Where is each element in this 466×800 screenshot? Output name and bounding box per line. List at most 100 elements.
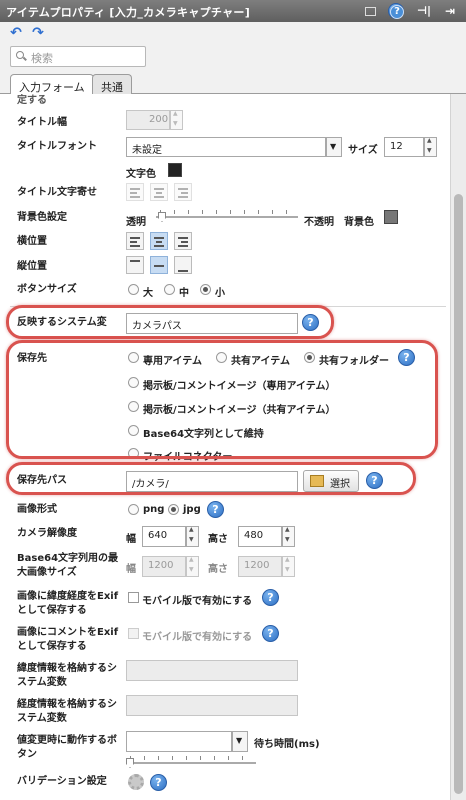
exif-latlng-label: 画像に緯度経度をExifとして保存する bbox=[17, 591, 119, 616]
validation-label: バリデーション設定 bbox=[17, 776, 107, 787]
wait-time-slider-ticks bbox=[130, 756, 254, 760]
font-size-stepper[interactable] bbox=[424, 137, 437, 157]
button-size-large-label: 大 bbox=[143, 288, 153, 299]
window-titlebar: アイテムプロパティ [入力_カメラキャプチャー] ? ⊣| ⇥ bbox=[0, 0, 466, 22]
lng-var-label: 経度情報を格納するシステム変数 bbox=[17, 699, 117, 724]
button-size-small-radio[interactable] bbox=[200, 284, 211, 295]
search-input[interactable]: 検索 bbox=[10, 46, 146, 67]
tab-common-label: 共通 bbox=[101, 81, 123, 94]
gear-icon[interactable] bbox=[128, 774, 144, 790]
title-align-left-button[interactable] bbox=[126, 183, 144, 201]
exif-latlng-help-icon[interactable]: ? bbox=[262, 589, 279, 606]
title-font-label: タイトルフォント bbox=[17, 141, 97, 152]
wait-time-label: 待ち時間(ms) bbox=[254, 739, 320, 750]
search-icon bbox=[16, 51, 26, 61]
camera-res-width-value: 640 bbox=[148, 530, 168, 541]
minimize-icon[interactable] bbox=[362, 3, 378, 19]
redo-icon[interactable]: ↷ bbox=[30, 25, 46, 41]
exif-comment-check-label: モバイル版で有効にする bbox=[142, 632, 253, 643]
scrollbar-thumb[interactable] bbox=[454, 194, 463, 794]
format-png-label: png bbox=[143, 504, 165, 515]
tab-input-form[interactable]: 入力フォーム bbox=[10, 74, 94, 95]
base64-width-label: 幅 bbox=[126, 564, 136, 575]
title-font-select[interactable]: 未設定 bbox=[126, 137, 326, 157]
lat-var-label: 緯度情報を格納するシステム変数 bbox=[17, 663, 117, 688]
base64-height-input[interactable]: 1200 bbox=[238, 556, 282, 577]
validation-help-icon[interactable]: ? bbox=[150, 774, 167, 791]
font-size-label: サイズ bbox=[348, 145, 378, 156]
button-size-label: ボタンサイズ bbox=[17, 284, 77, 295]
halign-label: 横位置 bbox=[17, 236, 47, 247]
button-size-medium-label: 中 bbox=[179, 288, 189, 299]
base64-width-input[interactable]: 1200 bbox=[142, 556, 186, 577]
title-width-value: 200 bbox=[149, 114, 169, 125]
format-jpg-radio[interactable] bbox=[168, 504, 179, 515]
wait-time-slider-knob[interactable] bbox=[126, 758, 134, 768]
button-size-large-radio[interactable] bbox=[128, 284, 139, 295]
valign-label: 縦位置 bbox=[17, 261, 47, 272]
toolbar: ↶ ↷ bbox=[0, 22, 466, 44]
title-width-stepper[interactable] bbox=[170, 110, 183, 130]
image-format-label: 画像形式 bbox=[17, 504, 57, 515]
exif-latlng-check-label: モバイル版で有効にする bbox=[142, 596, 253, 607]
camera-res-label: カメラ解像度 bbox=[17, 528, 77, 539]
opacity-slider[interactable] bbox=[156, 216, 298, 218]
title-font-dropdown-arrow[interactable] bbox=[326, 137, 342, 157]
exif-comment-help-icon[interactable]: ? bbox=[262, 625, 279, 642]
pin-icon[interactable]: ⊣| bbox=[416, 3, 432, 19]
highlight-save-path bbox=[6, 462, 416, 495]
title-align-center-button[interactable] bbox=[150, 183, 168, 201]
undo-icon[interactable]: ↶ bbox=[8, 25, 24, 41]
tab-input-form-label: 入力フォーム bbox=[19, 81, 85, 94]
halign-right-button[interactable] bbox=[174, 232, 192, 250]
valign-bottom-button[interactable] bbox=[174, 256, 192, 274]
button-size-small-label: 小 bbox=[215, 288, 225, 299]
base64-height-stepper[interactable] bbox=[282, 556, 295, 577]
change-button-dropdown-arrow[interactable] bbox=[232, 731, 248, 752]
camera-res-height-input[interactable]: 480 bbox=[238, 526, 282, 547]
valign-top-button[interactable] bbox=[126, 256, 144, 274]
text-color-swatch[interactable] bbox=[168, 163, 182, 177]
title-font-value: 未設定 bbox=[132, 145, 162, 156]
base64-width-value: 1200 bbox=[148, 560, 174, 571]
camera-res-height-label: 高さ bbox=[208, 534, 228, 545]
base64-height-value: 1200 bbox=[244, 560, 270, 571]
window-title: アイテムプロパティ [入力_カメラキャプチャー] bbox=[6, 6, 251, 19]
title-align-right-button[interactable] bbox=[174, 183, 192, 201]
title-width-label: タイトル幅 bbox=[17, 117, 67, 128]
wait-time-slider[interactable] bbox=[126, 762, 256, 764]
valign-middle-button[interactable] bbox=[150, 256, 168, 274]
camera-res-width-label: 幅 bbox=[126, 534, 136, 545]
font-size-input[interactable]: 12 bbox=[384, 137, 424, 157]
base64-max-label: Base64文字列用の最大画像サイズ bbox=[17, 553, 119, 578]
camera-res-height-stepper[interactable] bbox=[282, 526, 295, 547]
exif-latlng-checkbox[interactable] bbox=[128, 592, 139, 603]
halign-center-button[interactable] bbox=[150, 232, 168, 250]
lat-var-input[interactable] bbox=[126, 660, 298, 681]
title-width-input[interactable]: 200 bbox=[126, 110, 170, 130]
vertical-scrollbar[interactable] bbox=[450, 94, 466, 800]
bg-setting-label: 背景色設定 bbox=[17, 212, 67, 223]
base64-height-label: 高さ bbox=[208, 564, 228, 575]
tab-common[interactable]: 共通 bbox=[92, 74, 132, 94]
bg-color-swatch[interactable] bbox=[384, 210, 398, 224]
close-panel-icon[interactable]: ⇥ bbox=[442, 3, 458, 19]
lng-var-input[interactable] bbox=[126, 695, 298, 716]
button-size-medium-radio[interactable] bbox=[164, 284, 175, 295]
change-button-select[interactable] bbox=[126, 731, 232, 752]
text-color-label: 文字色 bbox=[126, 169, 156, 180]
opacity-slider-knob[interactable] bbox=[158, 212, 166, 222]
format-png-radio[interactable] bbox=[128, 504, 139, 515]
base64-width-stepper[interactable] bbox=[186, 556, 199, 577]
exif-comment-label: 画像にコメントをExifとして保存する bbox=[17, 627, 119, 652]
search-bar: 検索 bbox=[0, 44, 466, 74]
highlight-save-dest bbox=[6, 340, 438, 459]
bg-color-label: 背景色 bbox=[344, 217, 374, 228]
camera-res-width-stepper[interactable] bbox=[186, 526, 199, 547]
halign-left-button[interactable] bbox=[126, 232, 144, 250]
camera-res-width-input[interactable]: 640 bbox=[142, 526, 186, 547]
exif-comment-checkbox[interactable] bbox=[128, 628, 139, 639]
help-icon[interactable]: ? bbox=[388, 3, 404, 19]
format-jpg-label: jpg bbox=[183, 504, 201, 515]
image-format-help-icon[interactable]: ? bbox=[207, 501, 224, 518]
